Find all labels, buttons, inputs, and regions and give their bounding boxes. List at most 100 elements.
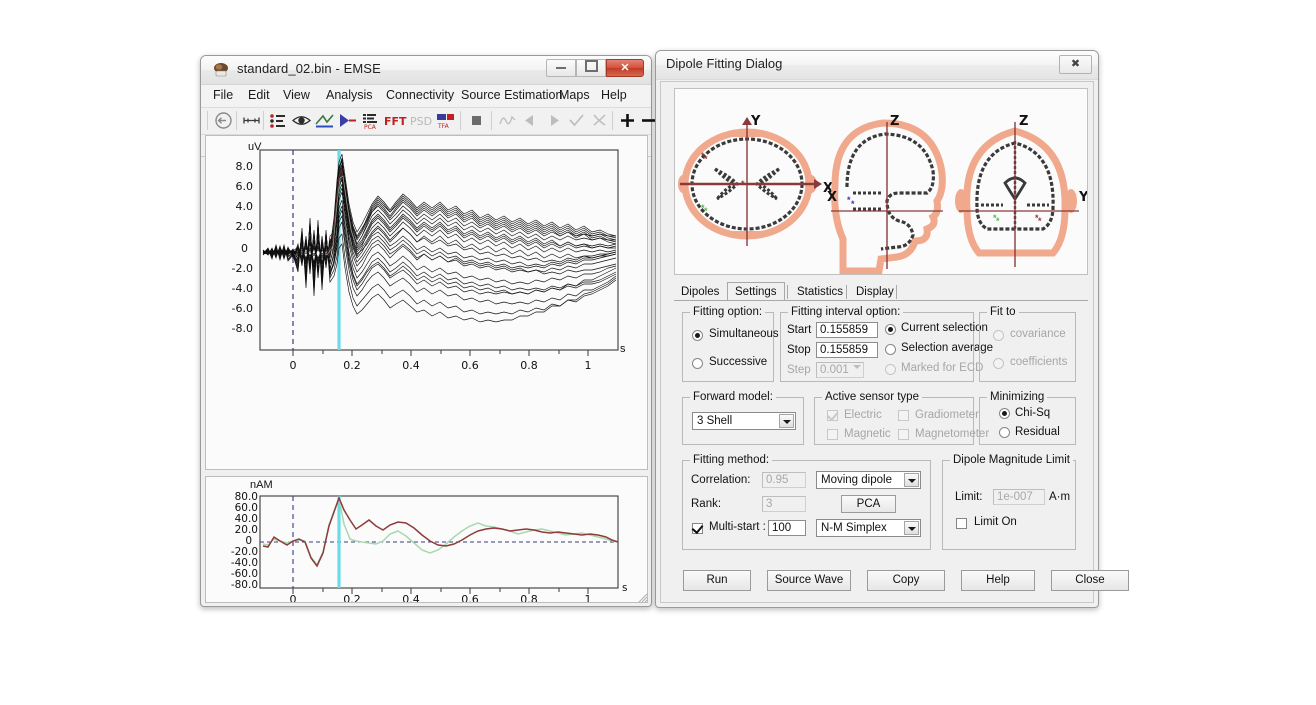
pca-icon[interactable]: PCA [360, 111, 381, 130]
label-stop: Stop [787, 344, 811, 356]
dialog-titlebar[interactable]: Dipole Fitting Dialog ✖ [656, 51, 1098, 80]
radio-chi-sq[interactable] [999, 408, 1010, 419]
dipole-type-combo[interactable]: Moving dipole [816, 471, 921, 489]
checkbox-electric [827, 410, 838, 421]
svg-text:Y: Y [750, 114, 761, 129]
waveform-icon [499, 115, 516, 125]
menu-maps[interactable]: Maps [557, 88, 592, 102]
zoom-in-icon[interactable] [617, 111, 638, 130]
fitting-option-title: Fitting option: [690, 306, 766, 318]
dialog-title: Dipole Fitting Dialog [666, 56, 783, 71]
radio-coefficients [993, 358, 1004, 369]
rank-input: 3 [762, 496, 806, 512]
fitting-method-group: Fitting method: Correlation: 0.95 Rank: … [682, 454, 931, 550]
menu-view[interactable]: View [281, 88, 312, 102]
menu-edit[interactable]: Edit [246, 88, 272, 102]
label-multi-start: Multi-start : [709, 521, 766, 533]
step-input: 0.001 [816, 362, 864, 378]
tab-dipoles[interactable]: Dipoles [674, 284, 726, 301]
label-covariance: covariance [1010, 328, 1066, 340]
tab-underline [674, 300, 1088, 301]
maximize-button[interactable] [576, 59, 606, 77]
svg-text:s: s [622, 582, 627, 594]
close-dialog-button[interactable]: Close [1051, 570, 1129, 591]
tab-statistics[interactable]: Statistics [790, 284, 850, 301]
stop-input[interactable]: 0.155859 [816, 342, 878, 358]
svg-text:*: * [704, 154, 708, 164]
radio-simultaneous[interactable] [692, 330, 703, 341]
help-button[interactable]: Help [961, 570, 1035, 591]
label-simultaneous: Simultaneous [709, 328, 779, 340]
forward-model-title: Forward model: [690, 391, 776, 403]
copy-button[interactable]: Copy [867, 570, 945, 591]
eye-icon[interactable] [291, 111, 312, 130]
menu-file[interactable]: File [211, 88, 235, 102]
label-residual: Residual [1015, 426, 1060, 438]
eeg-plot-panel[interactable]: uV s 8.0 6.0 4.0 2.0 0 -2.0 -4.0 -6.0 -8.0 0 0.… [205, 135, 648, 470]
menu-connectivity[interactable]: Connectivity [384, 88, 456, 102]
checkbox-multi-start[interactable] [692, 523, 703, 534]
menu-help[interactable]: Help [599, 88, 629, 102]
active-sensor-title: Active sensor type [822, 391, 922, 403]
chevron-down-icon[interactable] [904, 521, 919, 535]
baseline-icon[interactable] [314, 111, 335, 130]
measure-icon[interactable] [241, 111, 262, 130]
run-button[interactable]: Run [683, 570, 751, 591]
forward-model-combo[interactable]: 3 Shell [692, 412, 796, 430]
label-limit-on: Limit On [974, 516, 1017, 528]
multi-start-input[interactable]: 100 [768, 520, 806, 536]
svg-text:0.8: 0.8 [520, 359, 538, 372]
radio-current-selection[interactable] [885, 324, 896, 335]
svg-text:0.4: 0.4 [402, 593, 420, 602]
dialog-close-button[interactable]: ✖ [1059, 55, 1092, 74]
channel-list-icon[interactable] [268, 111, 289, 130]
forward-model-value: 3 Shell [697, 415, 733, 427]
back-arrow-icon[interactable] [213, 111, 234, 130]
label-start: Start [787, 324, 812, 336]
svg-text:0: 0 [241, 242, 248, 255]
radio-successive[interactable] [692, 358, 703, 369]
tab-display[interactable]: Display [849, 284, 901, 301]
svg-text:Y: Y [1078, 190, 1087, 205]
svg-text:FFT: FFT [384, 115, 407, 128]
algorithm-value: N-M Simplex [821, 522, 887, 534]
radio-residual[interactable] [999, 427, 1010, 438]
checkbox-limit-on[interactable] [956, 518, 967, 529]
svg-text:Z: Z [1019, 114, 1028, 129]
menu-source-estimation[interactable]: Source Estimation [459, 88, 564, 102]
tfr-icon[interactable]: TFA [435, 111, 456, 130]
start-input[interactable]: 0.155859 [816, 322, 878, 338]
svg-text:Z: Z [890, 114, 899, 129]
radio-marked-for-ecd [885, 364, 896, 375]
svg-text:-2.0: -2.0 [232, 262, 253, 275]
next-icon [551, 115, 559, 126]
chevron-down-icon[interactable] [779, 414, 794, 428]
resize-grip[interactable] [637, 592, 648, 603]
minimize-button[interactable] [546, 59, 576, 77]
tab-settings[interactable]: Settings [727, 282, 785, 301]
svg-text:0.2: 0.2 [343, 593, 361, 602]
label-chi-sq: Chi-Sq [1015, 407, 1051, 419]
svg-text:0: 0 [290, 359, 297, 372]
svg-text:PSD: PSD [410, 115, 432, 128]
menu-analysis[interactable]: Analysis [324, 88, 375, 102]
limit-input: 1e-007 [993, 489, 1045, 505]
radio-selection-average[interactable] [885, 344, 896, 355]
fit-to-title: Fit to [987, 306, 1019, 318]
fft-icon[interactable]: FFT [383, 111, 407, 130]
emse-titlebar[interactable]: standard_02.bin - EMSE ✕ [201, 56, 651, 85]
fitting-interval-title: Fitting interval option: [788, 306, 904, 318]
algorithm-combo[interactable]: N-M Simplex [816, 519, 921, 537]
source-wave-button[interactable]: Source Wave [767, 570, 851, 591]
pca-button[interactable]: PCA [841, 495, 896, 513]
source-waveform-panel[interactable]: nAM 80.0 60.0 40.0 20.0 0 -20.0 -40.0 -60.0 -8… [205, 476, 648, 603]
close-button[interactable]: ✕ [606, 59, 644, 77]
svg-text:-80.0: -80.0 [231, 579, 258, 591]
chevron-down-icon[interactable] [904, 473, 919, 487]
head-model-view[interactable]: Y X * * * * * Z X * * Z * * * * [674, 88, 1088, 275]
label-step: Step [787, 364, 811, 376]
stop-icon[interactable] [466, 111, 487, 130]
marker-icon[interactable] [337, 111, 358, 130]
label-electric: Electric [844, 409, 882, 421]
dipole-fitting-dialog: Dipole Fitting Dialog ✖ Y X * * * * * Z … [655, 50, 1129, 608]
